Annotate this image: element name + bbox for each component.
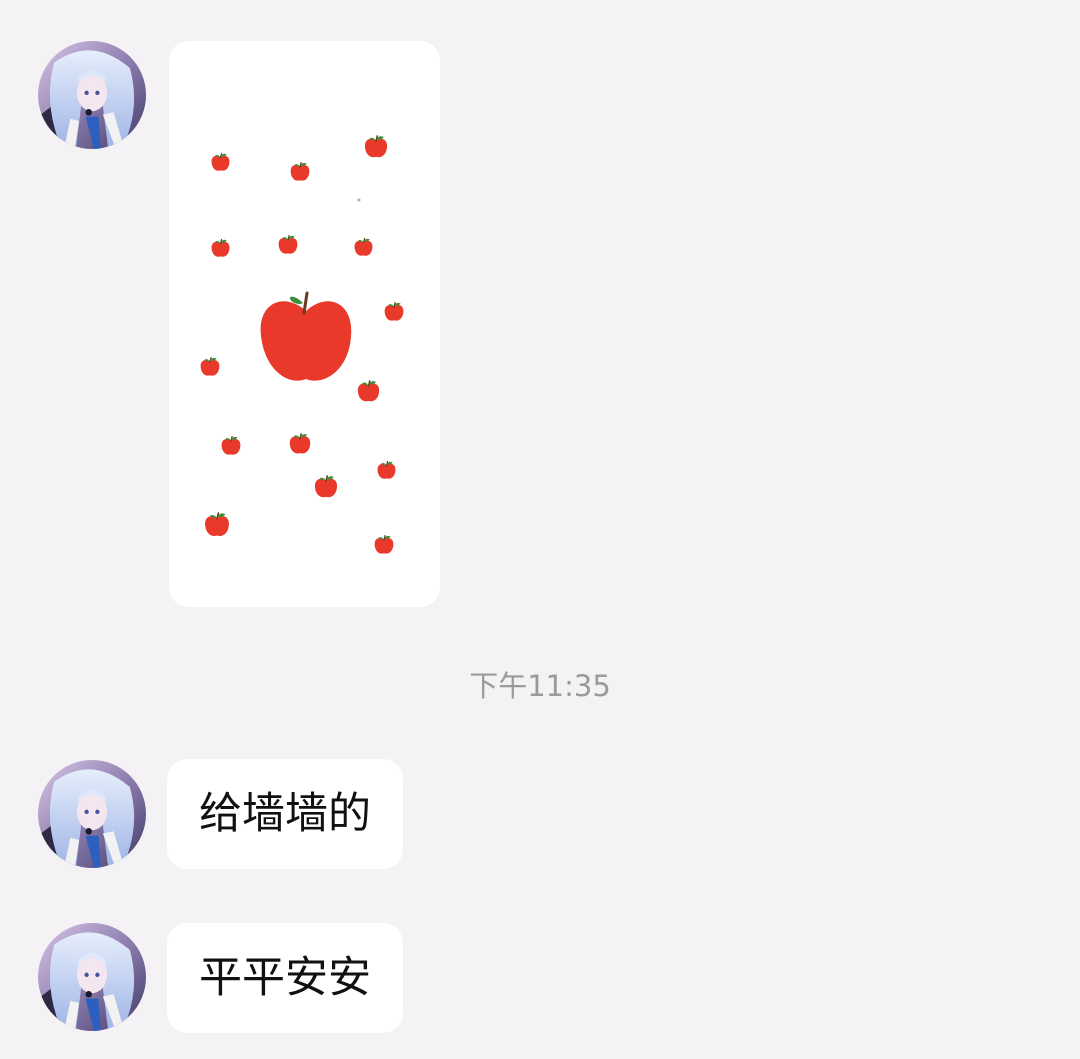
anime-character-avatar-icon [38, 923, 146, 1031]
chat-screen: 下午11:35 给墙墙的 平平安安 [0, 0, 1080, 1059]
avatar[interactable] [38, 923, 146, 1031]
text-message[interactable]: 给墙墙的 [167, 759, 403, 869]
anime-character-avatar-icon [38, 41, 146, 149]
anime-character-avatar-icon [38, 760, 146, 868]
avatar[interactable] [38, 760, 146, 868]
text-message[interactable]: 平平安安 [167, 923, 403, 1033]
image-message[interactable] [169, 41, 440, 607]
message-text: 给墙墙的 [199, 789, 371, 839]
message-text: 平平安安 [199, 953, 371, 1003]
apple-pattern-image [169, 41, 440, 607]
message-timestamp: 下午11:35 [469, 669, 611, 703]
avatar[interactable] [38, 41, 146, 149]
